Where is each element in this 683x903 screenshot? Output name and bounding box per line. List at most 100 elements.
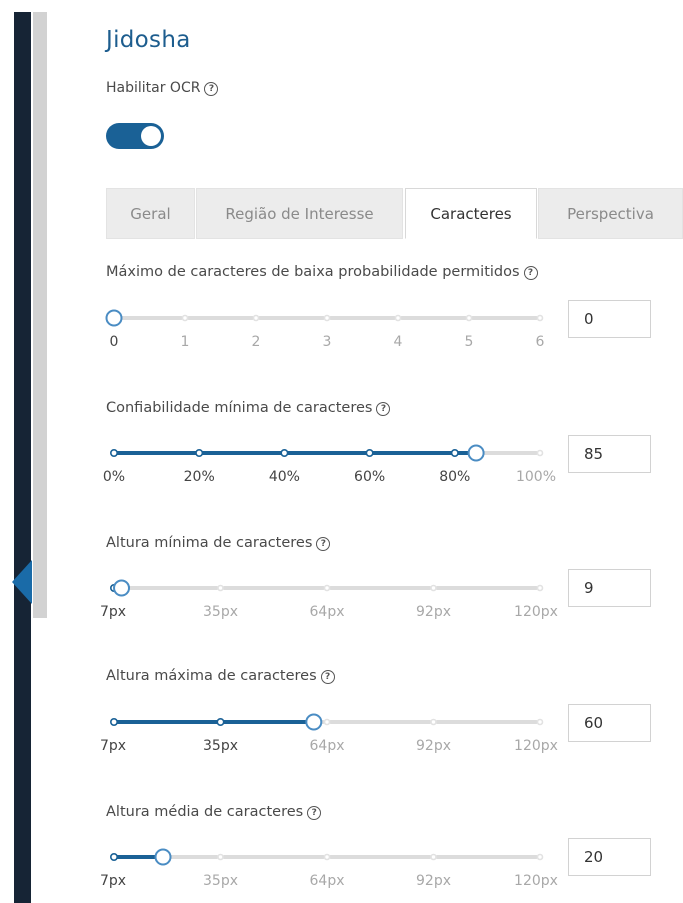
min-height-slider[interactable]: 7px 35px 64px 92px 120px <box>100 572 570 632</box>
slider-tick-dot <box>430 718 437 726</box>
slider-tick-dot <box>323 314 331 322</box>
max-low-prob-slider[interactable]: 0 1 2 3 4 5 6 <box>100 302 570 362</box>
max-low-prob-label: Máximo de caracteres de baixa probabilid… <box>106 264 538 280</box>
slider-track-graphic <box>110 848 544 866</box>
slider-tick-dot <box>394 314 402 322</box>
slider-tick-label: 120px <box>514 738 558 754</box>
slider-tick-label: 64px <box>309 604 345 620</box>
collapse-arrow-icon[interactable] <box>12 560 32 604</box>
slider-tick-dot <box>216 718 225 727</box>
slider-tick-label: 3 <box>322 334 332 350</box>
max-low-prob-text: Máximo de caracteres de baixa probabilid… <box>106 264 520 280</box>
slider-tick-label: 0 <box>109 334 119 350</box>
help-icon[interactable]: ? <box>523 266 538 280</box>
avg-height-label: Altura média de caracteres? <box>106 804 322 820</box>
slider-track-graphic <box>110 713 544 731</box>
slider-tick-label: 7px <box>99 738 127 754</box>
slider-tick-label: 92px <box>416 738 451 754</box>
slider-thumb[interactable] <box>305 713 323 731</box>
slider-thumb[interactable] <box>105 309 123 327</box>
min-height-label: Altura mínima de caracteres? <box>106 535 331 551</box>
sidebar-rail <box>14 12 31 903</box>
slider-tick-dot <box>323 718 331 726</box>
ocr-enable-text: Habilitar OCR <box>106 80 201 96</box>
tab-perspectiva[interactable]: Perspectiva <box>538 188 683 239</box>
slider-tick-label: 64px <box>309 738 345 754</box>
ocr-toggle[interactable] <box>106 123 164 149</box>
slider-tick-dot <box>217 584 224 592</box>
slider-tick-label: 0% <box>102 469 126 485</box>
help-icon[interactable]: ? <box>320 670 335 684</box>
ocr-enable-label: Habilitar OCR? <box>106 80 219 96</box>
slider-tick-dot <box>323 584 331 592</box>
slider-track-graphic <box>110 579 544 597</box>
min-confidence-label: Confiabilidade mínima de caracteres? <box>106 400 391 416</box>
slider-tick-label: 35px <box>203 738 238 754</box>
slider-thumb[interactable] <box>113 579 131 597</box>
slider-tick-label: 35px <box>203 873 238 889</box>
slider-tick-dot <box>195 449 204 458</box>
slider-tick-label: 4 <box>393 334 403 350</box>
slider-tick-dot <box>430 853 437 861</box>
window-edge <box>0 0 14 903</box>
slider-tick-label: 40% <box>268 469 300 485</box>
avg-height-text: Altura média de caracteres <box>106 804 304 820</box>
slider-tick-label: 92px <box>416 873 451 889</box>
min-confidence-input[interactable]: 85 <box>568 435 651 473</box>
slider-track-graphic <box>110 444 544 462</box>
slider-tick-dot <box>280 449 289 458</box>
max-height-slider[interactable]: 7px 35px 64px 92px 120px <box>100 706 570 766</box>
tab-regiao-de-interesse[interactable]: Região de Interesse <box>196 188 403 239</box>
help-icon[interactable]: ? <box>376 402 391 416</box>
help-icon[interactable]: ? <box>316 537 331 551</box>
max-low-prob-input[interactable]: 0 <box>568 300 651 338</box>
min-height-input[interactable]: 9 <box>568 569 651 607</box>
toggle-knob <box>141 126 161 146</box>
avg-height-slider[interactable]: 7px 35px 64px 92px 120px <box>100 841 570 901</box>
slider-thumb[interactable] <box>154 848 172 866</box>
slider-tick-dot <box>110 449 119 458</box>
slider-tick-dot <box>323 853 331 861</box>
slider-thumb[interactable] <box>467 444 485 462</box>
slider-track-graphic <box>105 309 544 327</box>
max-height-input[interactable]: 60 <box>568 704 651 742</box>
slider-tick-dot <box>430 584 437 592</box>
avg-height-input[interactable]: 20 <box>568 838 651 876</box>
slider-tick-label: 100% <box>515 469 557 485</box>
slider-tick-dot <box>450 449 459 458</box>
min-confidence-text: Confiabilidade mínima de caracteres <box>106 400 373 416</box>
slider-tick-dot <box>536 853 544 861</box>
slider-tick-dot <box>536 584 544 592</box>
slider-tick-dot <box>110 853 119 862</box>
min-confidence-slider[interactable]: 0% 20% 40% 60% 80% 100% <box>100 437 570 497</box>
max-height-text: Altura máxima de caracteres <box>106 668 317 684</box>
slider-tick-dot <box>181 314 189 322</box>
max-height-label: Altura máxima de caracteres? <box>106 668 335 684</box>
slider-tick-dot <box>365 449 374 458</box>
slider-tick-label: 5 <box>464 334 474 350</box>
help-icon[interactable]: ? <box>307 806 322 820</box>
slider-tick-label: 120px <box>514 873 558 889</box>
tab-bar: Geral Região de Interesse Caracteres Per… <box>106 188 683 239</box>
slider-tick-label: 7px <box>99 873 127 889</box>
slider-tick-label: 120px <box>514 604 558 620</box>
slider-tick-label: 20% <box>183 469 215 485</box>
slider-tick-label: 60% <box>354 469 386 485</box>
slider-tick-dot <box>217 853 224 861</box>
min-height-text: Altura mínima de caracteres <box>106 535 313 551</box>
slider-tick-label: 80% <box>439 469 471 485</box>
slider-tick-label: 64px <box>309 873 345 889</box>
slider-tick-dot <box>465 314 473 322</box>
help-icon[interactable]: ? <box>204 82 219 96</box>
slider-tick-label: 6 <box>535 334 545 350</box>
slider-tick-label: 7px <box>99 604 127 620</box>
slider-tick-label: 92px <box>416 604 451 620</box>
slider-tick-label: 1 <box>180 334 190 350</box>
tab-geral[interactable]: Geral <box>106 188 195 239</box>
page-title: Jidosha <box>106 27 191 53</box>
scrollbar[interactable] <box>33 12 47 618</box>
slider-tick-dot <box>536 449 544 457</box>
slider-tick-label: 35px <box>203 604 238 620</box>
slider-tick-dot <box>536 718 544 726</box>
tab-caracteres[interactable]: Caracteres <box>405 188 537 239</box>
